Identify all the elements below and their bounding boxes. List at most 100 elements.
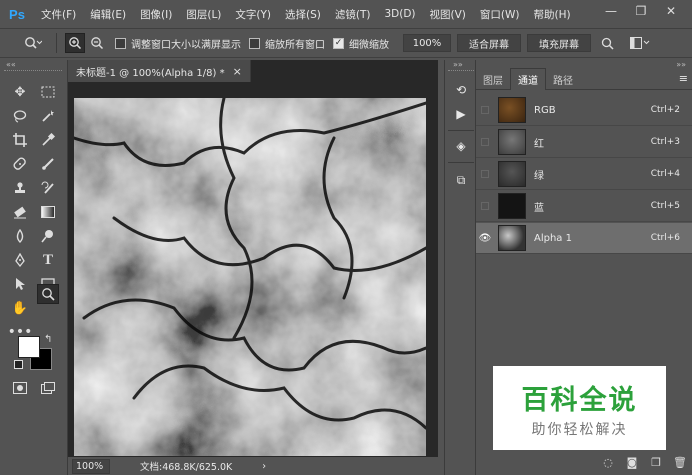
crop-tool-icon[interactable] [9, 130, 31, 150]
eye-icon[interactable]: 👁 [476, 233, 494, 244]
gradient-tool-icon[interactable] [37, 202, 59, 222]
document-tab-title: 未标题-1 @ 100%(Alpha 1/8) * [76, 67, 225, 79]
menu-file[interactable]: 文件(F) [34, 7, 83, 22]
channel-name: 蓝 [534, 202, 544, 214]
clouds-image [72, 96, 428, 456]
menu-items: 文件(F) 编辑(E) 图像(I) 图层(L) 文字(Y) 选择(S) 滤镜(T… [34, 7, 578, 22]
menu-3d[interactable]: 3D(D) [377, 8, 422, 20]
document-tab[interactable]: 未标题-1 @ 100%(Alpha 1/8) * × [68, 60, 251, 82]
channel-shortcut: Ctrl+3 [650, 137, 680, 147]
visibility-toggle[interactable] [476, 202, 494, 210]
properties-icon[interactable]: ⧉ [451, 170, 471, 190]
zoom-all-checkbox[interactable] [249, 37, 260, 49]
workspace-icon[interactable] [627, 33, 653, 53]
lasso-tool-icon[interactable] [9, 106, 31, 126]
menu-image[interactable]: 图像(I) [133, 7, 179, 22]
grip-handle[interactable] [448, 70, 474, 71]
screen-mode-icon[interactable] [37, 378, 59, 398]
type-tool-icon[interactable]: T [37, 250, 59, 270]
blur-tool-icon[interactable] [9, 226, 31, 246]
search-icon[interactable] [597, 33, 617, 53]
collapse-icon[interactable]: »» [453, 60, 463, 69]
channel-row-red[interactable]: 红 Ctrl+3 [476, 127, 692, 158]
visibility-toggle[interactable] [476, 170, 494, 178]
new-channel-icon[interactable]: ❐ [644, 456, 668, 469]
default-colors-icon[interactable] [14, 360, 23, 369]
foreground-color-swatch[interactable] [18, 336, 40, 358]
collapsed-panels-strip: »» ⟲ ▶ ◈ ⧉ [444, 60, 476, 475]
zoom-tool-preset-icon[interactable] [20, 33, 46, 53]
restore-icon[interactable]: ❐ [626, 0, 656, 22]
channel-name: 绿 [534, 170, 544, 182]
divider [448, 162, 474, 163]
channel-row-blue[interactable]: 蓝 Ctrl+5 [476, 191, 692, 222]
status-menu-arrow-icon[interactable]: › [262, 461, 266, 472]
load-selection-icon[interactable]: ◌ [596, 456, 620, 469]
visibility-toggle[interactable] [476, 106, 494, 114]
marquee-tool-icon[interactable] [37, 82, 59, 102]
magic-wand-tool-icon[interactable] [37, 106, 59, 126]
healing-brush-tool-icon[interactable] [9, 154, 31, 174]
zoom-tool-icon[interactable] [37, 284, 59, 304]
collapse-icon[interactable]: «« [6, 60, 16, 69]
status-bar: 100% 文档:468.8K/625.0K › [68, 457, 438, 475]
menu-layer[interactable]: 图层(L) [179, 7, 228, 22]
3d-icon[interactable]: ◈ [451, 136, 471, 156]
hand-tool-icon[interactable]: ✋ [9, 298, 31, 318]
actions-play-icon[interactable]: ▶ [451, 104, 471, 124]
divider [448, 130, 474, 131]
fill-screen-button[interactable]: 填充屏幕 [527, 34, 591, 52]
visibility-toggle[interactable] [476, 138, 494, 146]
tab-channels[interactable]: 通道 [510, 68, 546, 90]
clone-stamp-tool-icon[interactable] [9, 178, 31, 198]
grip-handle[interactable] [4, 70, 62, 74]
delete-channel-icon[interactable]: 🗑 [668, 456, 692, 469]
scrubby-zoom-label: 细微缩放 [349, 39, 389, 51]
path-selection-tool-icon[interactable] [9, 274, 31, 294]
menu-view[interactable]: 视图(V) [423, 7, 473, 22]
menu-help[interactable]: 帮助(H) [527, 7, 578, 22]
history-brush-tool-icon[interactable] [37, 178, 59, 198]
eyedropper-tool-icon[interactable] [37, 130, 59, 150]
channel-shortcut: Ctrl+4 [650, 169, 680, 179]
panel-menu-icon[interactable]: ≡ [679, 68, 688, 89]
minimize-icon[interactable]: — [596, 0, 626, 22]
menu-window[interactable]: 窗口(W) [473, 7, 527, 22]
channel-row-rgb[interactable]: RGB Ctrl+2 [476, 95, 692, 126]
image-canvas[interactable] [72, 96, 428, 456]
swap-colors-icon[interactable]: ↰ [44, 334, 52, 345]
move-tool-icon[interactable]: ✥ [9, 82, 31, 102]
photoshop-logo: Ps [9, 6, 25, 22]
pen-tool-icon[interactable] [9, 250, 31, 270]
fit-screen-button[interactable]: 适合屏幕 [457, 34, 521, 52]
menu-edit[interactable]: 编辑(E) [83, 7, 133, 22]
zoom-out-icon[interactable] [87, 33, 107, 53]
close-icon[interactable]: ✕ [656, 0, 686, 22]
tab-close-icon[interactable]: × [233, 65, 242, 78]
channel-thumbnail [498, 129, 526, 155]
divider [56, 33, 57, 53]
brush-tool-icon[interactable] [37, 154, 59, 174]
channel-thumbnail [498, 225, 526, 251]
resize-windows-label: 调整窗口大小以满屏显示 [131, 39, 241, 51]
menu-type[interactable]: 文字(Y) [228, 7, 278, 22]
channel-row-alpha[interactable]: 👁 Alpha 1 Ctrl+6 [476, 223, 692, 254]
panel-footer: ◌ ◙ ❐ 🗑 [476, 450, 692, 475]
zoom-percent-field[interactable]: 100% [403, 34, 451, 52]
tab-paths[interactable]: 路径 [546, 68, 580, 90]
eraser-tool-icon[interactable] [9, 202, 31, 222]
menu-filter[interactable]: 滤镜(T) [328, 7, 378, 22]
quick-mask-icon[interactable] [9, 378, 31, 398]
scrubby-zoom-checkbox[interactable]: ✓ [333, 37, 344, 49]
tab-layers[interactable]: 图层 [476, 68, 510, 90]
save-selection-icon[interactable]: ◙ [620, 456, 644, 469]
resize-windows-checkbox[interactable] [115, 37, 126, 49]
watermark-subtitle: 助你轻松解决 [531, 421, 628, 438]
history-icon[interactable]: ⟲ [451, 80, 471, 100]
zoom-in-icon[interactable] [65, 33, 85, 53]
channel-shortcut: Ctrl+6 [650, 233, 680, 243]
dodge-tool-icon[interactable] [37, 226, 59, 246]
channel-row-green[interactable]: 绿 Ctrl+4 [476, 159, 692, 190]
zoom-level-field[interactable]: 100% [72, 458, 110, 474]
menu-select[interactable]: 选择(S) [278, 7, 328, 22]
